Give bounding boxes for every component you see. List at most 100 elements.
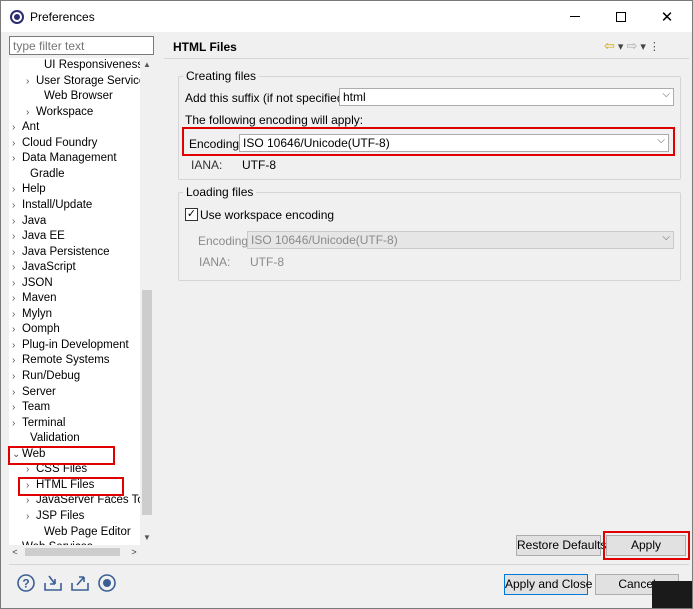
chevron-right-icon[interactable]: › xyxy=(12,214,22,230)
title-bar: Preferences ✕ xyxy=(1,1,692,32)
filter-input[interactable] xyxy=(9,36,154,55)
close-icon: ✕ xyxy=(660,8,674,26)
chevron-right-icon[interactable]: › xyxy=(12,245,22,261)
tree-horizontal-scrollbar[interactable]: < > xyxy=(9,545,140,559)
tree-item[interactable]: Gradle xyxy=(30,167,65,183)
tree-item[interactable]: › Help xyxy=(12,182,46,198)
tree-item-label: Terminal xyxy=(22,416,66,429)
tree-item[interactable]: › Oomph xyxy=(12,322,60,338)
chevron-right-icon[interactable]: › xyxy=(12,276,22,292)
tree-vertical-scrollbar[interactable]: ▲ ▼ xyxy=(140,58,154,545)
apply-and-close-button[interactable]: Apply and Close xyxy=(504,574,592,595)
chevron-right-icon[interactable]: › xyxy=(26,74,36,90)
tree-item[interactable]: › Java EE xyxy=(12,229,65,245)
chevron-right-icon[interactable]: › xyxy=(12,307,22,323)
tree-item[interactable]: › Team xyxy=(12,400,50,416)
loading-encoding-combo[interactable]: ISO 10646/Unicode(UTF-8) ⌵ xyxy=(247,231,674,249)
loading-iana-value: UTF-8 xyxy=(250,255,284,269)
forward-menu-chevron-icon[interactable]: ▾ xyxy=(640,40,646,53)
scroll-right-icon[interactable]: > xyxy=(128,545,140,559)
tree-item[interactable]: Web Browser xyxy=(44,89,113,105)
chevron-right-icon[interactable]: › xyxy=(12,291,22,307)
tree-item[interactable]: › Maven xyxy=(12,291,57,307)
chevron-right-icon[interactable]: › xyxy=(12,416,22,432)
tree-item-label: Plug-in Development xyxy=(22,338,129,351)
tree-item-label: Oomph xyxy=(22,323,60,336)
tree-item-label: Validation xyxy=(30,432,80,445)
tree-item-label: JSON xyxy=(22,276,53,289)
close-button[interactable]: ✕ xyxy=(644,1,690,32)
tree-item[interactable]: › Remote Systems xyxy=(12,353,110,369)
chevron-right-icon[interactable]: › xyxy=(12,385,22,401)
import-icon[interactable] xyxy=(43,573,63,593)
chevron-right-icon[interactable]: › xyxy=(12,322,22,338)
tree-item[interactable]: › Plug-in Development xyxy=(12,338,129,354)
restore-defaults-button[interactable]: Restore Defaults xyxy=(516,535,606,556)
scroll-left-icon[interactable]: < xyxy=(9,545,21,559)
back-menu-chevron-icon[interactable]: ▾ xyxy=(618,40,624,53)
chevron-right-icon[interactable]: › xyxy=(12,229,22,245)
iana-value: UTF-8 xyxy=(242,158,276,172)
tree-item-label: JavaServer Faces Too xyxy=(36,494,151,507)
suffix-combo[interactable]: html ⌵ xyxy=(339,88,674,106)
tree-item[interactable]: › JSON xyxy=(12,276,53,292)
back-arrow-icon[interactable]: ⇦ xyxy=(604,38,615,54)
loading-files-label: Loading files xyxy=(183,185,257,199)
tree-item[interactable]: › Data Management xyxy=(12,151,117,167)
html-files-highlight xyxy=(18,477,124,496)
footer-separator xyxy=(9,564,689,565)
maximize-icon xyxy=(616,11,626,22)
scroll-down-icon[interactable]: ▼ xyxy=(140,531,154,545)
h-scroll-thumb[interactable] xyxy=(25,548,120,556)
maximize-button[interactable] xyxy=(598,1,644,32)
export-icon[interactable] xyxy=(70,573,90,593)
tree-item[interactable]: › Mylyn xyxy=(12,307,52,323)
tree-item[interactable]: › Terminal xyxy=(12,416,65,432)
chevron-right-icon[interactable]: › xyxy=(12,353,22,369)
tree-item[interactable]: › Ant xyxy=(12,120,39,136)
scroll-thumb[interactable] xyxy=(142,290,152,515)
tree-item-label: Java xyxy=(22,214,47,227)
chevron-right-icon[interactable]: › xyxy=(26,105,36,121)
tree-item-label: Help xyxy=(22,183,46,196)
tree-item[interactable]: › Java xyxy=(12,214,46,230)
help-icon[interactable]: ? xyxy=(16,573,36,593)
chevron-right-icon[interactable]: › xyxy=(12,369,22,385)
page-title: HTML Files xyxy=(173,40,237,54)
tree-item[interactable]: › Java Persistence xyxy=(12,245,110,261)
tree-item[interactable]: Validation xyxy=(30,431,80,447)
tree-item[interactable]: › User Storage Service xyxy=(26,74,145,90)
tree-item[interactable]: › Cloud Foundry xyxy=(12,136,97,152)
view-menu-icon[interactable]: ⋮ xyxy=(649,40,660,53)
chevron-right-icon[interactable]: › xyxy=(12,182,22,198)
tree-item[interactable]: › JSP Files xyxy=(26,509,84,525)
tree-item[interactable]: UI Responsiveness M xyxy=(44,58,154,74)
minimize-icon xyxy=(570,16,580,17)
tree-item-label: Cloud Foundry xyxy=(22,136,98,149)
chevron-right-icon[interactable]: › xyxy=(12,151,22,167)
tree-item[interactable]: Web Page Editor xyxy=(44,525,131,541)
workspace-encoding-checkbox[interactable]: ✓ xyxy=(185,208,198,221)
scroll-up-icon[interactable]: ▲ xyxy=(140,58,154,72)
tree-item-label: Remote Systems xyxy=(22,354,110,367)
tree-item-label: User Storage Service xyxy=(36,74,146,87)
record-icon[interactable] xyxy=(97,573,117,593)
chevron-right-icon[interactable]: › xyxy=(26,509,36,525)
chevron-right-icon[interactable]: › xyxy=(12,136,22,152)
chevron-right-icon[interactable]: › xyxy=(12,120,22,136)
tree-item[interactable]: › Run/Debug xyxy=(12,369,80,385)
tree-item-label: Web Page Editor xyxy=(44,525,131,538)
tree-item[interactable]: › JavaScript xyxy=(12,260,76,276)
minimize-button[interactable] xyxy=(552,1,598,32)
tree-item-label: JavaScript xyxy=(22,261,76,274)
tree-item[interactable]: › Install/Update xyxy=(12,198,92,214)
tree-item-label: Mylyn xyxy=(22,307,53,320)
forward-arrow-icon[interactable]: ⇨ xyxy=(626,38,637,54)
chevron-right-icon[interactable]: › xyxy=(12,260,22,276)
chevron-right-icon[interactable]: › xyxy=(12,400,22,416)
chevron-right-icon[interactable]: › xyxy=(12,198,22,214)
tree-item-label: UI Responsiveness M xyxy=(44,59,154,71)
chevron-right-icon[interactable]: › xyxy=(12,338,22,354)
tree-item[interactable]: › Workspace xyxy=(26,105,93,121)
tree-item[interactable]: › Server xyxy=(12,385,56,401)
